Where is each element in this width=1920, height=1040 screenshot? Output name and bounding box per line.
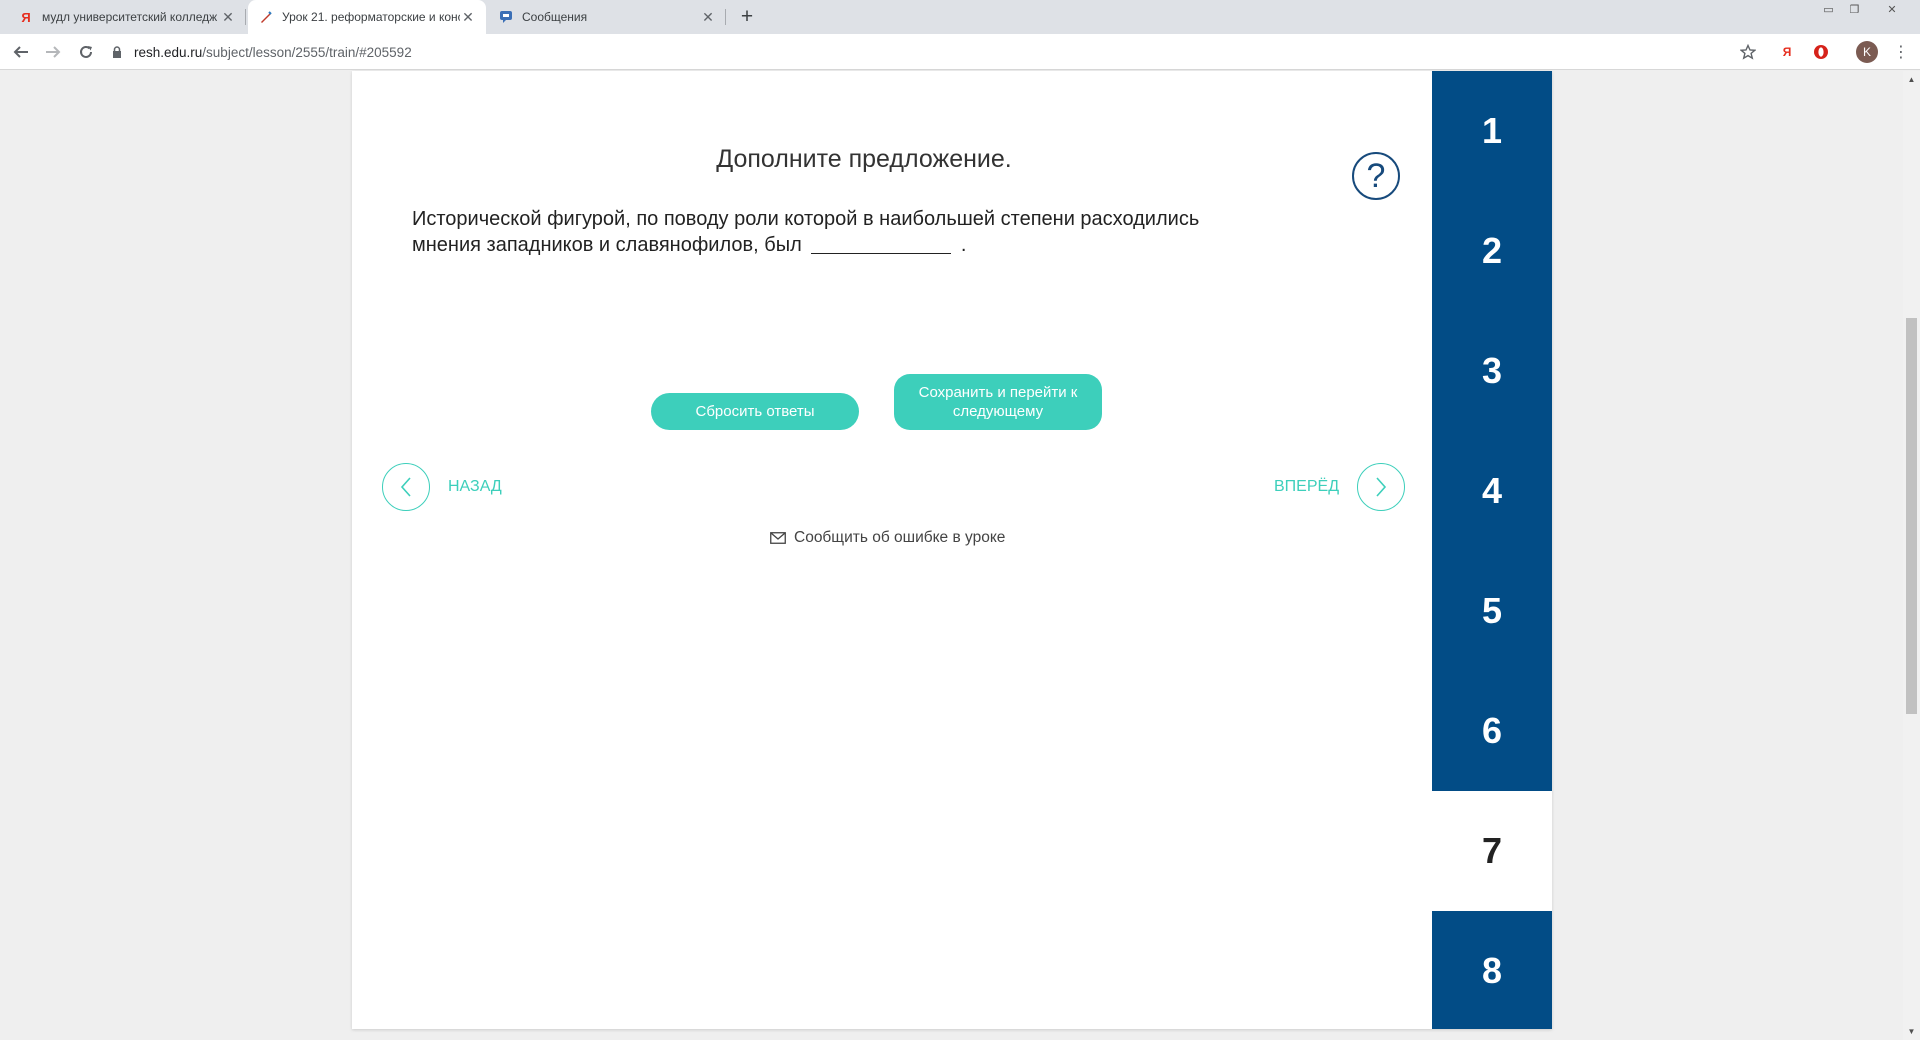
url-path: /subject/lesson/2555/train/#205592 — [202, 44, 412, 60]
step-3[interactable]: 3 — [1432, 311, 1552, 431]
lesson-card: Дополните предложение. ? Исторической фи… — [352, 71, 1552, 1029]
close-tab-icon[interactable]: ✕ — [700, 9, 716, 26]
close-window-icon[interactable]: ✕ — [1868, 0, 1916, 18]
task-sentence: Исторической фигурой, по поводу роли кот… — [412, 208, 1200, 256]
step-2[interactable]: 2 — [1432, 191, 1552, 311]
restore-icon[interactable]: ❐ — [1842, 0, 1867, 18]
forward-nav-label[interactable]: ВПЕРЁД — [1274, 478, 1339, 496]
step-5[interactable]: 5 — [1432, 551, 1552, 671]
tab-title: Урок 21. реформаторские и консервативные — [282, 10, 460, 24]
help-icon[interactable]: ? — [1352, 152, 1400, 200]
chevron-left-icon[interactable] — [382, 463, 430, 511]
step-8[interactable]: 8 — [1432, 911, 1552, 1031]
step-6[interactable]: 6 — [1432, 671, 1552, 791]
mail-icon — [770, 532, 786, 544]
step-1[interactable]: 1 — [1432, 71, 1552, 191]
url-host: resh.edu.ru — [134, 44, 203, 60]
tab-title: мудл университетский колледж — [42, 10, 218, 24]
menu-dots-icon[interactable]: ⋮ — [1889, 40, 1913, 64]
minimize-icon[interactable]: ▭ — [1816, 0, 1841, 18]
profile-avatar[interactable]: K — [1856, 41, 1878, 63]
browser-tab-active[interactable]: Урок 21. реформаторские и консервативные… — [248, 0, 486, 34]
yandex-extension-icon[interactable]: Я — [1775, 40, 1799, 64]
reset-answers-button[interactable]: Сбросить ответы — [651, 393, 859, 430]
tab-title: Сообщения — [522, 10, 588, 24]
forward-arrow-icon[interactable] — [41, 40, 65, 64]
opera-icon[interactable] — [1809, 40, 1833, 64]
new-tab-button[interactable]: + — [734, 4, 760, 30]
browser-toolbar: resh.edu.ru/subject/lesson/2555/train/#2… — [0, 34, 1920, 70]
report-error-label[interactable]: Сообщить об ошибке в уроке — [794, 529, 1005, 547]
back-nav-button[interactable]: НАЗАД — [382, 463, 502, 511]
scroll-up-icon[interactable]: ▲ — [1903, 71, 1920, 88]
task-step-strip: 1 2 3 4 5 6 7 8 — [1432, 71, 1552, 1029]
scroll-down-icon[interactable]: ▼ — [1903, 1023, 1920, 1040]
close-tab-icon[interactable]: ✕ — [220, 9, 236, 26]
lock-icon — [110, 46, 124, 58]
scrollbar-thumb[interactable] — [1906, 318, 1917, 714]
tab-strip: Я мудл университетский колледж ✕ Урок 21… — [0, 0, 1920, 34]
step-7-active[interactable]: 7 — [1432, 791, 1552, 911]
pen-icon — [258, 9, 274, 25]
close-tab-icon[interactable]: ✕ — [460, 9, 476, 26]
address-bar[interactable]: resh.edu.ru/subject/lesson/2555/train/#2… — [110, 39, 1765, 65]
answer-blank-field[interactable] — [811, 234, 952, 254]
yandex-icon: Я — [21, 9, 31, 25]
task-title: Дополните предложение. — [716, 145, 1012, 173]
back-arrow-icon[interactable] — [9, 40, 33, 64]
browser-tab[interactable]: Сообщения ✕ — [488, 0, 726, 34]
chat-icon — [498, 9, 514, 25]
save-and-next-button[interactable]: Сохранить и перейти к следующему — [894, 374, 1102, 430]
task-sentence-end: . — [960, 234, 967, 256]
task-text: Исторической фигурой, по поводу роли кот… — [412, 206, 1272, 258]
star-icon[interactable] — [1736, 40, 1760, 64]
step-4[interactable]: 4 — [1432, 431, 1552, 551]
forward-nav-button[interactable]: ВПЕРЁД — [1274, 463, 1406, 511]
chevron-right-icon[interactable] — [1357, 463, 1406, 511]
reload-icon[interactable] — [74, 40, 98, 64]
report-error-link[interactable]: Сообщить об ошибке в уроке — [770, 529, 1005, 547]
browser-tab[interactable]: Я мудл университетский колледж ✕ — [8, 0, 246, 34]
back-nav-label[interactable]: НАЗАД — [448, 478, 502, 496]
